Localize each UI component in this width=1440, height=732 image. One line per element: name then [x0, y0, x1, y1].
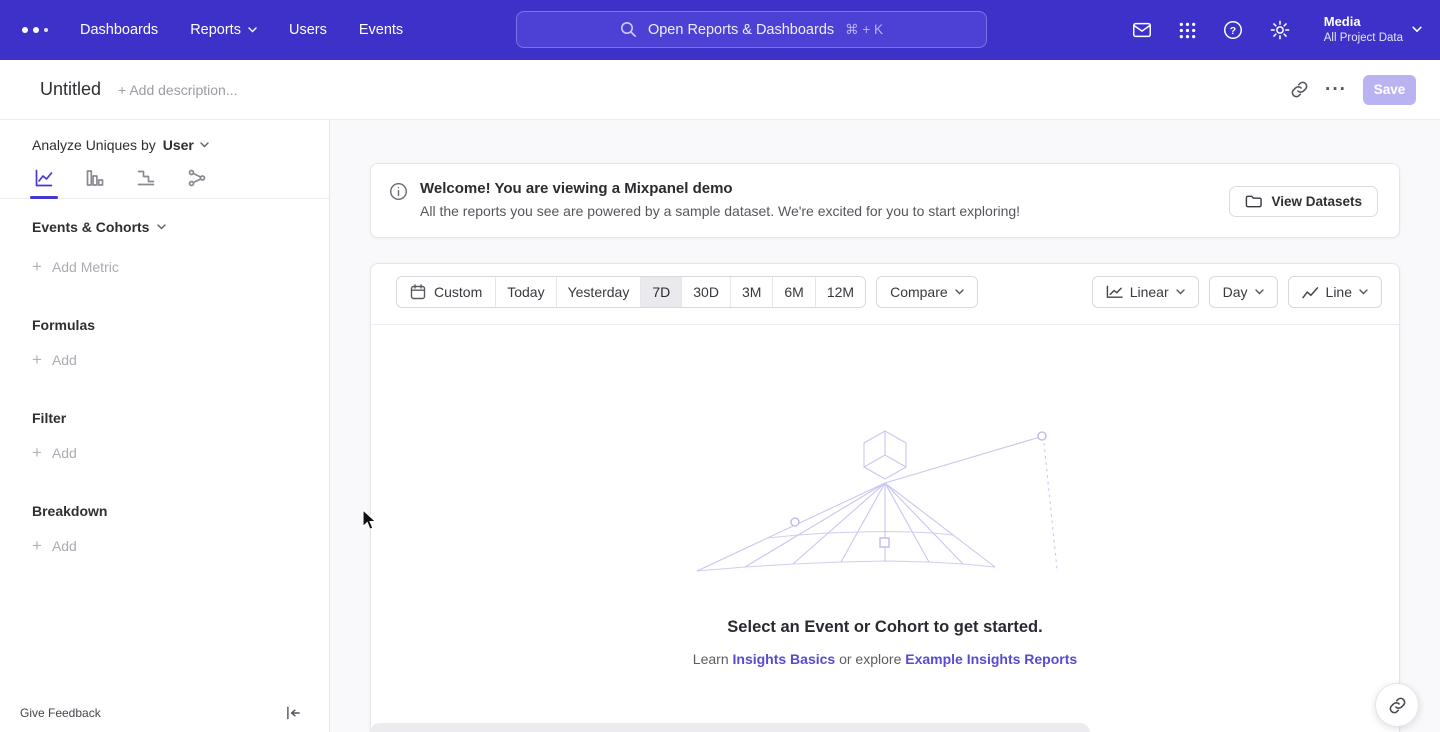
chevron-down-icon	[955, 289, 964, 295]
linear-scale-icon	[1106, 285, 1123, 299]
events-cohorts-section[interactable]: Events & Cohorts	[0, 219, 329, 235]
save-button[interactable]: Save	[1363, 75, 1416, 105]
plus-icon: +	[32, 353, 42, 367]
chart-type-tabs	[0, 153, 329, 199]
banner-subtitle: All the reports you see are powered by a…	[420, 203, 1020, 219]
analyze-by-dropdown[interactable]: User	[163, 137, 209, 153]
project-subtitle: All Project Data	[1324, 31, 1403, 46]
global-search-bar[interactable]: Open Reports & Dashboards ⌘ + K	[516, 11, 987, 48]
plus-icon: +	[32, 260, 42, 274]
search-placeholder: Open Reports & Dashboards	[648, 22, 834, 38]
breakdown-section-title: Breakdown	[0, 503, 329, 519]
bottom-panel-edge	[370, 723, 1090, 732]
date-range-segmented-control: Custom Today Yesterday 7D 30D 3M 6M 12M	[396, 276, 866, 308]
compare-button[interactable]: Compare	[876, 276, 978, 308]
range-today[interactable]: Today	[495, 277, 555, 307]
tab-flows[interactable]	[185, 168, 209, 198]
nav-item-reports[interactable]: Reports	[190, 22, 257, 38]
report-header: Untitled + Add description... ··· Save	[0, 60, 1440, 120]
example-insights-reports-link[interactable]: Example Insights Reports	[905, 651, 1077, 667]
copy-link-icon[interactable]	[1290, 80, 1309, 99]
report-toolbar: Custom Today Yesterday 7D 30D 3M 6M 12M …	[371, 264, 1399, 308]
project-switcher[interactable]: Media All Project Data	[1324, 14, 1422, 46]
add-description-field[interactable]: + Add description...	[118, 82, 237, 98]
linear-scale-dropdown[interactable]: Linear	[1092, 276, 1199, 308]
add-filter-button[interactable]: + Add	[0, 445, 329, 461]
chevron-down-icon	[1359, 289, 1368, 295]
formulas-section-title: Formulas	[0, 317, 329, 333]
logo-menu-dots-icon[interactable]	[22, 27, 62, 33]
empty-state-links: Learn Insights Basics or explore Example…	[371, 651, 1399, 667]
apps-grid-icon[interactable]	[1178, 21, 1197, 40]
plus-icon: +	[32, 446, 42, 460]
collapse-sidebar-icon[interactable]	[286, 706, 301, 720]
add-metric-button[interactable]: + Add Metric	[0, 259, 329, 275]
nav-item-events[interactable]: Events	[359, 22, 403, 38]
range-7d[interactable]: 7D	[640, 277, 681, 307]
tab-funnels[interactable]	[83, 168, 107, 198]
report-title[interactable]: Untitled	[40, 79, 101, 100]
chevron-down-icon	[248, 27, 257, 33]
banner-title: Welcome! You are viewing a Mixpanel demo	[420, 180, 1020, 197]
range-3m[interactable]: 3M	[730, 277, 772, 307]
link-icon	[1388, 696, 1407, 715]
view-datasets-button[interactable]: View Datasets	[1229, 186, 1378, 217]
empty-state-title: Select an Event or Cohort to get started…	[371, 618, 1399, 637]
mail-icon[interactable]	[1131, 19, 1153, 41]
search-shortcut: ⌘ + K	[845, 22, 883, 38]
svg-text:?: ?	[1230, 25, 1236, 37]
chevron-down-icon	[200, 142, 209, 148]
nav-item-users[interactable]: Users	[289, 22, 327, 38]
top-nav: Dashboards Reports Users Events Open Rep…	[0, 0, 1440, 60]
help-icon[interactable]: ?	[1222, 19, 1244, 41]
range-yesterday[interactable]: Yesterday	[556, 277, 641, 307]
range-6m[interactable]: 6M	[772, 277, 814, 307]
analyze-uniques-label: Analyze Uniques by	[32, 137, 156, 153]
share-link-floating-button[interactable]	[1375, 683, 1419, 727]
nav-item-dashboards[interactable]: Dashboards	[80, 22, 158, 38]
more-options-icon[interactable]: ···	[1325, 85, 1347, 95]
custom-date-button[interactable]: Custom	[397, 277, 495, 307]
range-30d[interactable]: 30D	[681, 277, 730, 307]
insights-report-card: Custom Today Yesterday 7D 30D 3M 6M 12M …	[370, 263, 1400, 732]
interval-day-dropdown[interactable]: Day	[1209, 276, 1278, 308]
welcome-banner: Welcome! You are viewing a Mixpanel demo…	[370, 163, 1400, 238]
chevron-down-icon	[1176, 289, 1185, 295]
line-chart-icon	[1302, 286, 1319, 299]
folder-icon	[1245, 194, 1262, 209]
chevron-down-icon	[157, 224, 166, 230]
give-feedback-link[interactable]: Give Feedback	[20, 706, 101, 720]
insights-basics-link[interactable]: Insights Basics	[733, 651, 836, 667]
chart-style-line-dropdown[interactable]: Line	[1288, 276, 1382, 308]
plus-icon: +	[32, 539, 42, 553]
chevron-down-icon	[1412, 26, 1422, 33]
project-name: Media	[1324, 14, 1403, 31]
add-breakdown-button[interactable]: + Add	[0, 538, 329, 554]
info-icon	[389, 182, 408, 201]
tab-retention[interactable]	[134, 168, 158, 198]
main-content: Welcome! You are viewing a Mixpanel demo…	[330, 120, 1440, 732]
tab-insights[interactable]	[32, 168, 56, 198]
empty-state-illustration	[695, 423, 1075, 573]
query-builder-sidebar: Analyze Uniques by User Events & Cohorts…	[0, 120, 330, 732]
search-icon	[620, 21, 637, 38]
calendar-icon	[410, 284, 426, 300]
chevron-down-icon	[1255, 289, 1264, 295]
settings-gear-icon[interactable]	[1269, 19, 1291, 41]
add-formula-button[interactable]: + Add	[0, 352, 329, 368]
empty-state: Select an Event or Cohort to get started…	[371, 325, 1399, 667]
range-12m[interactable]: 12M	[815, 277, 865, 307]
filter-section-title: Filter	[0, 410, 329, 426]
